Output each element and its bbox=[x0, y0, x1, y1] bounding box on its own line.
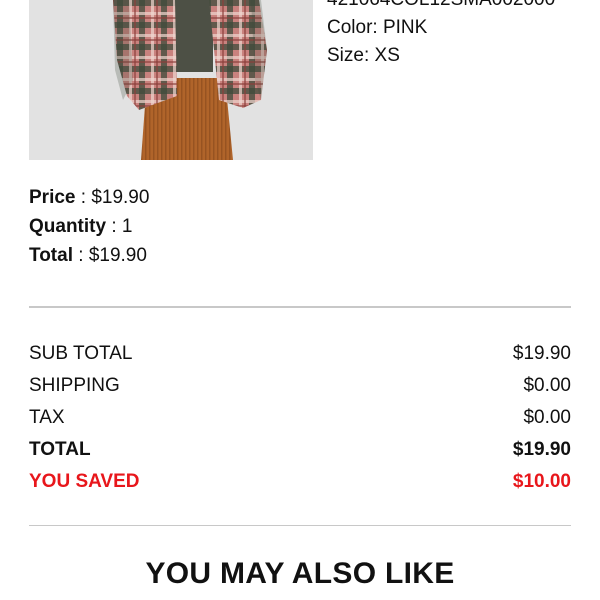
tax-value: $0.00 bbox=[523, 407, 571, 428]
product-color: Color: PINK bbox=[327, 14, 577, 42]
price-label: Price bbox=[29, 187, 76, 208]
shipping-value: $0.00 bbox=[523, 375, 571, 396]
color-value: PINK bbox=[382, 17, 428, 38]
color-label: Color: bbox=[327, 17, 378, 38]
you-saved-value: $10.00 bbox=[512, 471, 571, 492]
product-sku: 421064COL12SMA002000 bbox=[327, 0, 577, 14]
tax-label: TAX bbox=[29, 407, 65, 428]
product-meta: 421064COL12SMA002000 Color: PINK Size: X… bbox=[327, 0, 577, 70]
product-image[interactable] bbox=[29, 0, 313, 160]
shipping-row: SHIPPING $0.00 bbox=[29, 372, 571, 404]
subtotal-value: $19.90 bbox=[512, 343, 571, 364]
quantity-row: Quantity : 1 bbox=[29, 212, 149, 241]
total-separator: : bbox=[72, 245, 89, 266]
shipping-label: SHIPPING bbox=[29, 375, 120, 396]
size-label: Size: bbox=[327, 45, 370, 66]
you-saved-label: YOU SAVED bbox=[29, 471, 140, 492]
line-item-details: Price : $19.90 Quantity : 1 Total : $19.… bbox=[29, 183, 149, 270]
subtotal-label: SUB TOTAL bbox=[29, 343, 133, 364]
product-size: Size: XS bbox=[327, 42, 577, 70]
subtotal-row: SUB TOTAL $19.90 bbox=[29, 340, 571, 372]
order-summary: SUB TOTAL $19.90 SHIPPING $0.00 TAX $0.0… bbox=[29, 340, 571, 500]
divider bbox=[29, 525, 571, 526]
tax-row: TAX $0.00 bbox=[29, 404, 571, 436]
total-row: Total : $19.90 bbox=[29, 241, 149, 270]
recommendations-heading: YOU MAY ALSO LIKE bbox=[145, 557, 455, 590]
price-row: Price : $19.90 bbox=[29, 183, 149, 212]
quantity-value: 1 bbox=[121, 216, 133, 237]
product-photo-illustration bbox=[29, 0, 313, 160]
grand-total-row: TOTAL $19.90 bbox=[29, 436, 571, 468]
total-label: Total bbox=[29, 245, 73, 266]
divider bbox=[29, 306, 571, 308]
quantity-separator: : bbox=[106, 216, 122, 237]
grand-total-label: TOTAL bbox=[29, 439, 91, 460]
quantity-label: Quantity bbox=[29, 216, 107, 237]
you-saved-row: YOU SAVED $10.00 bbox=[29, 468, 571, 500]
grand-total-value: $19.90 bbox=[512, 439, 571, 460]
price-value: $19.90 bbox=[91, 187, 150, 208]
total-value: $19.90 bbox=[88, 245, 147, 266]
size-value: XS bbox=[374, 45, 400, 66]
price-separator: : bbox=[75, 187, 92, 208]
